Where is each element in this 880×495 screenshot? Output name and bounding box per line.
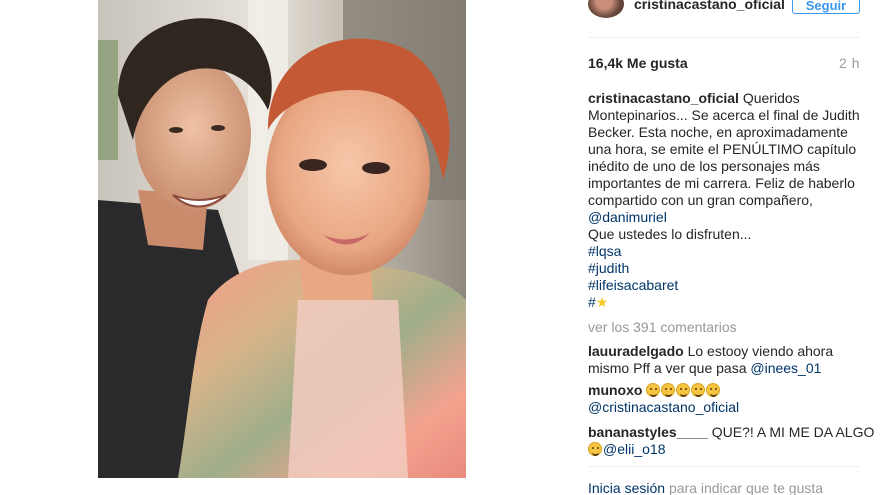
view-more-comments-link[interactable]: ver los 391 comentarios bbox=[588, 319, 737, 335]
star-emoji-icon: ★ bbox=[595, 294, 609, 310]
comment: lauuradelgado Lo estooy viendo ahora mis… bbox=[588, 343, 860, 377]
post-sidebar: cristinacastano_oficial Seguir 16,4k Me … bbox=[588, 0, 874, 495]
hashtag-link[interactable]: #lqsa bbox=[588, 243, 860, 260]
author-username[interactable]: cristinacastano_oficial bbox=[634, 0, 785, 12]
likes-count[interactable]: 16,4k Me gusta bbox=[588, 55, 688, 71]
comment-text: mismo Pff a ver que pasa bbox=[588, 360, 747, 376]
follow-button[interactable]: Seguir bbox=[792, 0, 860, 14]
login-link[interactable]: Inicia sesión bbox=[588, 480, 665, 495]
comment: bananastyles____ QUE?! A MI ME DA ALGO @… bbox=[588, 424, 874, 458]
grinning-emoji-icon bbox=[588, 442, 602, 456]
post-time[interactable]: 2 h bbox=[839, 55, 860, 71]
comment-username[interactable]: lauuradelgado bbox=[588, 343, 684, 359]
divider bbox=[588, 37, 860, 38]
caption-text: Queridos bbox=[742, 90, 800, 106]
likes-row: 16,4k Me gusta 2 h bbox=[588, 55, 860, 75]
comment-text: QUE?! A MI ME DA ALGO bbox=[711, 424, 875, 440]
caption-line: importantes de mi carrera. Feliz de habe… bbox=[588, 175, 855, 191]
caption: cristinacastano_oficial Queridos Montepi… bbox=[588, 90, 860, 311]
caption-line: Becker. Esta noche, en aproximadamente bbox=[588, 124, 848, 140]
caption-line: inédito de uno de los personajes más bbox=[588, 158, 820, 174]
selfie-image bbox=[98, 0, 466, 478]
caption-username[interactable]: cristinacastano_oficial bbox=[588, 90, 739, 106]
hashtag-link[interactable]: # bbox=[588, 294, 596, 310]
mention-link[interactable]: @elii_o18 bbox=[603, 441, 665, 457]
grinning-emoji-icon bbox=[646, 382, 721, 398]
caption-line: una hora, se emite el PENÚLTIMO capítulo bbox=[588, 141, 857, 157]
login-prompt-text: para indicar que te gusta bbox=[668, 480, 824, 495]
comment-text: Lo estooy viendo ahora bbox=[687, 343, 834, 359]
comment-username[interactable]: munoxo bbox=[588, 382, 642, 398]
post-header: cristinacastano_oficial Seguir bbox=[588, 0, 870, 20]
comment-username[interactable]: bananastyles____ bbox=[588, 424, 708, 440]
post-photo[interactable] bbox=[98, 0, 466, 478]
divider bbox=[588, 466, 860, 467]
hashtag-link[interactable]: #judith bbox=[588, 260, 860, 277]
mention-link[interactable]: @danimuriel bbox=[588, 209, 860, 226]
mention-link[interactable]: @inees_01 bbox=[750, 360, 821, 376]
caption-line: Que ustedes lo disfruten... bbox=[588, 226, 752, 242]
login-prompt: Inicia sesión para indicar que te gusta bbox=[588, 480, 823, 495]
comment: munoxo @cristinacastano_oficial bbox=[588, 382, 860, 416]
caption-line: Montepinarios... Se acerca el final de J… bbox=[588, 107, 860, 123]
avatar[interactable] bbox=[588, 0, 624, 18]
caption-line: compartido con un gran compañero, bbox=[588, 192, 813, 208]
hashtag-link[interactable]: #lifeisacabaret bbox=[588, 277, 860, 294]
mention-link[interactable]: @cristinacastano_oficial bbox=[588, 399, 860, 416]
